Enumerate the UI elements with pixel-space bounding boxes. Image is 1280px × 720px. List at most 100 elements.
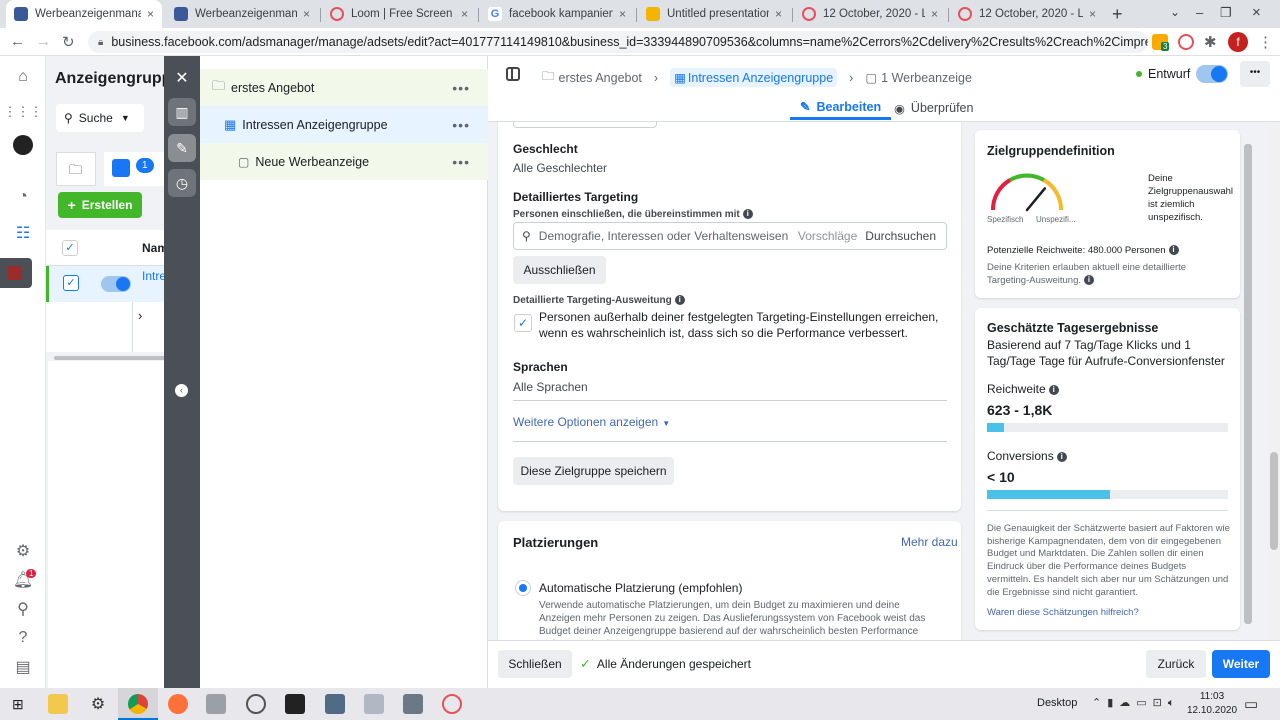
- breadcrumb-adset[interactable]: ▦ Intressen Anzeigengruppe: [670, 68, 838, 87]
- browser-menu-icon[interactable]: ⋮: [1258, 33, 1273, 51]
- notification-center-icon[interactable]: ▭: [1244, 695, 1258, 713]
- search-dropdown[interactable]: ⚲ Suche ▼: [56, 104, 144, 132]
- back-button[interactable]: Zurück: [1146, 650, 1206, 678]
- chevron-right-icon[interactable]: ›: [138, 308, 142, 323]
- more-options-link[interactable]: Weitere Optionen anzeigen ▼: [513, 415, 670, 429]
- loom-extension-icon[interactable]: [1178, 34, 1194, 50]
- performance-icon[interactable]: ◔: [12, 186, 34, 208]
- row-toggle[interactable]: [101, 276, 131, 292]
- info-icon[interactable]: i: [1084, 275, 1094, 286]
- account-switcher[interactable]: [0, 258, 32, 288]
- more-icon[interactable]: •••: [452, 80, 470, 96]
- help-icon[interactable]: ?: [12, 627, 34, 649]
- all-tools-icon[interactable]: ⋮⋮⋮: [4, 101, 43, 123]
- report-icon[interactable]: ▤: [12, 656, 34, 678]
- status-toggle[interactable]: [1196, 65, 1228, 83]
- languages-value[interactable]: Alle Sprachen: [513, 380, 588, 394]
- settings-gear-icon[interactable]: ⚙: [12, 540, 34, 562]
- close-tab-icon[interactable]: ×: [303, 7, 310, 21]
- back-arrow-icon[interactable]: ←: [10, 33, 25, 50]
- app-icon[interactable]: [364, 694, 384, 714]
- tab-ueberpruefen[interactable]: ◉ Überprüfen: [892, 96, 975, 120]
- close-window-button[interactable]: ×: [1252, 4, 1261, 21]
- browser-tab[interactable]: Werbeanzeigenmanager ×: [166, 0, 318, 28]
- reload-icon[interactable]: ↻: [62, 33, 75, 51]
- loom-icon[interactable]: [442, 694, 462, 714]
- browse-link[interactable]: Durchsuchen: [865, 229, 936, 243]
- browser-tab[interactable]: Loom | Free Screen & Vi ×: [322, 0, 476, 28]
- helpful-feedback-link[interactable]: Waren diese Schätzungen hilfreich?: [987, 607, 1139, 618]
- close-tab-icon[interactable]: ×: [619, 7, 626, 21]
- suggestions-link[interactable]: Vorschläge: [798, 229, 857, 243]
- table-row[interactable]: ✓ Intres: [46, 266, 166, 302]
- folder-tab[interactable]: 🗀︎: [56, 152, 96, 186]
- file-explorer-icon[interactable]: [48, 694, 68, 714]
- forward-arrow-icon[interactable]: →: [36, 33, 51, 50]
- gender-value[interactable]: Alle Geschlechter: [513, 161, 607, 175]
- browser-tab[interactable]: Werbeanzeigenmanager ×: [6, 0, 162, 28]
- app-icon[interactable]: [206, 694, 226, 714]
- close-tab-icon[interactable]: ×: [775, 7, 782, 21]
- close-tab-icon[interactable]: ×: [461, 7, 468, 21]
- auto-placement-radio[interactable]: [515, 580, 531, 596]
- auto-placement-label[interactable]: Automatische Platzierung (empfohlen): [539, 581, 742, 595]
- new-tab-button[interactable]: +: [1112, 4, 1123, 25]
- close-tab-icon[interactable]: ×: [931, 7, 938, 21]
- clock-time[interactable]: 11:03: [1190, 691, 1234, 702]
- edit-pencil-icon[interactable]: ✎: [168, 134, 196, 162]
- more-icon[interactable]: •••: [452, 154, 470, 170]
- tree-item-adset[interactable]: ▦ Intressen Anzeigengruppe •••: [200, 106, 488, 143]
- system-tray-icons[interactable]: ⌃▮☁▭⊡🔈︎: [1092, 696, 1180, 710]
- browser-tab[interactable]: Untitled presentation - G ×: [638, 0, 790, 28]
- charts-icon[interactable]: ▥: [168, 98, 196, 126]
- info-icon[interactable]: i: [1168, 245, 1179, 256]
- desktop-toolbar-label[interactable]: Desktop: [1037, 697, 1077, 709]
- home-icon[interactable]: ⌂: [12, 66, 34, 88]
- clock-date[interactable]: 12.10.2020: [1186, 705, 1238, 716]
- save-audience-button[interactable]: Diese Zielgruppe speichern: [513, 457, 674, 485]
- learn-more-link[interactable]: Mehr dazu: [901, 535, 958, 549]
- puzzle-extensions-icon[interactable]: ✱: [1204, 33, 1217, 51]
- browser-tab[interactable]: 12 October, 2020 - Loom ×: [794, 0, 946, 28]
- tab-search-button[interactable]: ⌄: [1170, 5, 1180, 19]
- chrome-icon[interactable]: [128, 694, 148, 714]
- exclude-button[interactable]: Ausschließen: [513, 256, 606, 284]
- tab-bearbeiten[interactable]: ✎ Bearbeiten: [790, 96, 892, 120]
- account-avatar[interactable]: [13, 135, 33, 155]
- more-icon[interactable]: •••: [452, 117, 470, 133]
- address-bar[interactable]: 🔒︎ business.facebook.com/adsmanager/mana…: [88, 31, 1148, 53]
- ads-manager-icon[interactable]: ☷: [12, 222, 34, 244]
- profile-avatar[interactable]: f: [1228, 32, 1248, 52]
- settings-gear-icon[interactable]: ⚙: [88, 694, 108, 714]
- select-all-checkbox[interactable]: ✓: [62, 240, 78, 256]
- next-button[interactable]: Weiter: [1212, 650, 1270, 678]
- maximize-button[interactable]: ❐: [1220, 5, 1232, 21]
- close-tab-icon[interactable]: ×: [147, 7, 154, 21]
- info-icon[interactable]: i: [1056, 451, 1067, 462]
- row-checkbox[interactable]: ✓: [63, 275, 79, 291]
- targeting-search-input[interactable]: ⚲ Demografie, Interessen oder Verhaltens…: [513, 222, 947, 250]
- notes-icon[interactable]: [285, 694, 305, 714]
- breadcrumb-ad[interactable]: 1 Werbeanzeige: [881, 71, 972, 85]
- browser-tab[interactable]: G facebook kampanien str ×: [480, 0, 634, 28]
- create-button[interactable]: + Erstellen: [58, 192, 142, 218]
- tree-item-campaign[interactable]: 🗀︎ erstes Angebot •••: [200, 69, 488, 106]
- collapse-chevron-icon[interactable]: ‹: [175, 384, 188, 397]
- search-icon[interactable]: ⚲: [12, 598, 34, 620]
- minimize-button[interactable]: –: [1196, 5, 1203, 20]
- browser-tab[interactable]: 12 October, 2020 - Loom ×: [950, 0, 1104, 28]
- adsets-tab[interactable]: 1: [104, 152, 166, 186]
- info-icon[interactable]: i: [674, 295, 685, 306]
- tree-item-ad[interactable]: ▢ Neue Werbeanzeige •••: [200, 143, 488, 180]
- expansion-checkbox[interactable]: ✓: [514, 314, 532, 332]
- app-icon[interactable]: [246, 694, 266, 714]
- close-button[interactable]: Schließen: [498, 650, 572, 678]
- toggle-sidebar-icon[interactable]: [506, 67, 520, 81]
- page-scrollbar[interactable]: [1268, 122, 1280, 640]
- age-selector[interactable]: [513, 122, 657, 128]
- breadcrumb-campaign[interactable]: erstes Angebot: [559, 71, 642, 85]
- info-icon[interactable]: i: [1048, 384, 1059, 395]
- firefox-icon[interactable]: [168, 694, 188, 714]
- close-tab-icon[interactable]: ×: [1089, 7, 1096, 21]
- camera-icon[interactable]: [403, 694, 423, 714]
